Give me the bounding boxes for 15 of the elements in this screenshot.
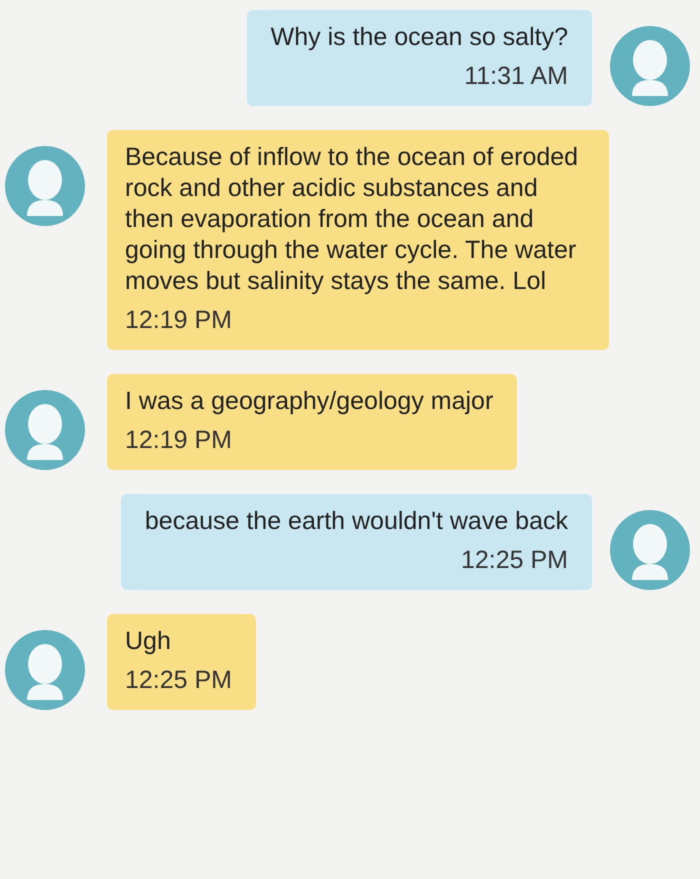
message-time: 12:25 PM bbox=[460, 545, 568, 576]
message-text: I was a geography/geology major bbox=[125, 386, 494, 417]
avatar-icon bbox=[5, 146, 85, 226]
message-time: 12:25 PM bbox=[125, 665, 232, 696]
message-time: 11:31 AM bbox=[463, 61, 568, 92]
message-text: because the earth wouldn't wave back bbox=[144, 506, 568, 537]
message-text: Because of inflow to the ocean of eroded rock and other acidic substances and then evaporation from the ocean and going through the water cycle. The water moves but salinity stays the same. Lol bbox=[125, 142, 580, 297]
avatar-icon bbox=[5, 630, 85, 710]
avatar-icon bbox=[610, 26, 690, 106]
message-time: 12:19 PM bbox=[125, 305, 234, 336]
message-text: Ugh bbox=[125, 626, 172, 657]
message-time: 12:19 PM bbox=[125, 425, 234, 456]
message-text: Why is the ocean so salty? bbox=[270, 22, 568, 53]
avatar-icon bbox=[610, 510, 690, 590]
avatar-icon bbox=[5, 390, 85, 470]
